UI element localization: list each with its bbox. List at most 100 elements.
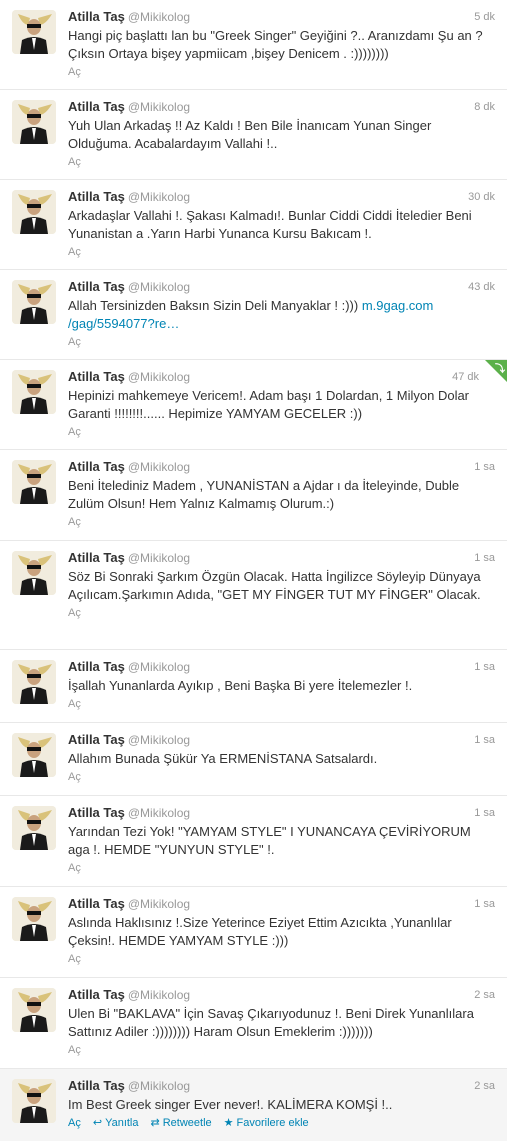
tweet[interactable]: Atilla Taş @Mikikolog 1 sa Beni İtelediniz… bbox=[0, 450, 507, 541]
tweet-time[interactable]: 1 sa bbox=[474, 459, 495, 475]
favorite-label: Favorilere ekle bbox=[236, 1117, 309, 1129]
tweet[interactable]: Atilla Taş @Mikikolog 1 sa Aslında Haklısı… bbox=[0, 887, 507, 978]
author-name[interactable]: Atilla Taş bbox=[68, 1078, 125, 1093]
author-handle[interactable]: @Mikikolog bbox=[128, 551, 190, 565]
expand-link[interactable]: Aç bbox=[68, 335, 495, 349]
avatar[interactable] bbox=[12, 806, 56, 850]
author-handle[interactable]: @Mikikolog bbox=[128, 190, 190, 204]
tweet-time[interactable]: 1 sa bbox=[474, 550, 495, 566]
expand-link[interactable]: Aç bbox=[68, 245, 495, 259]
tweet-text: Allahım Bunada Şükür Ya ERMENİSTANA Sats… bbox=[68, 751, 378, 766]
expand-link[interactable]: Aç bbox=[68, 861, 495, 875]
tweet-text: Aslında Haklısınız !.Size Yeterince Eziy… bbox=[68, 915, 452, 948]
author-name[interactable]: Atilla Taş bbox=[68, 369, 125, 384]
expand-link[interactable]: Aç bbox=[68, 697, 495, 711]
avatar[interactable] bbox=[12, 280, 56, 324]
author-handle[interactable]: @Mikikolog bbox=[128, 660, 190, 674]
tweet-time[interactable]: 2 sa bbox=[474, 1078, 495, 1094]
avatar[interactable] bbox=[12, 897, 56, 941]
author-handle[interactable]: @Mikikolog bbox=[128, 370, 190, 384]
author-name[interactable]: Atilla Taş bbox=[68, 550, 125, 565]
tweet[interactable]: Atilla Taş @Mikikolog 1 sa Yarından Tezi Y… bbox=[0, 796, 507, 887]
author-name[interactable]: Atilla Taş bbox=[68, 987, 125, 1002]
retweet-label: Retweetle bbox=[162, 1117, 212, 1129]
tweet[interactable]: Atilla Taş @Mikikolog 1 sa Allahım Bunada … bbox=[0, 723, 507, 796]
reply-button[interactable]: ↩ Yanıtla bbox=[93, 1116, 139, 1130]
tweet-text: Arkadaşlar Vallahi !. Şakası Kalmadı!. B… bbox=[68, 208, 472, 241]
favorite-button[interactable]: ★ Favorilere ekle bbox=[224, 1116, 309, 1130]
tweet-time[interactable]: 30 dk bbox=[468, 189, 495, 205]
tweet-text: Beni İtelediniz Madem , YUNANİSTAN a Ajd… bbox=[68, 478, 460, 511]
tweet-text: Yuh Ulan Arkadaş !! Az Kaldı ! Ben Bile … bbox=[68, 118, 432, 151]
expand-link[interactable]: Aç bbox=[68, 155, 495, 169]
author-handle[interactable]: @Mikikolog bbox=[128, 733, 190, 747]
author-handle[interactable]: @Mikikolog bbox=[128, 806, 190, 820]
avatar[interactable] bbox=[12, 660, 56, 704]
expand-link[interactable]: Aç bbox=[68, 770, 495, 784]
reply-label: Yanıtla bbox=[105, 1117, 139, 1129]
tweet-time[interactable]: 1 sa bbox=[474, 659, 495, 675]
author-handle[interactable]: @Mikikolog bbox=[128, 460, 190, 474]
tweet[interactable]: Atilla Taş @Mikikolog 1 sa İşallah Yunanla… bbox=[0, 650, 507, 723]
expand-link[interactable]: Aç bbox=[68, 1116, 81, 1130]
avatar[interactable] bbox=[12, 1079, 56, 1123]
avatar[interactable] bbox=[12, 370, 56, 414]
author-name[interactable]: Atilla Taş bbox=[68, 279, 125, 294]
tweet-time[interactable]: 8 dk bbox=[474, 99, 495, 115]
author-name[interactable]: Atilla Taş bbox=[68, 732, 125, 747]
retweet-corner-icon: ⤵ bbox=[495, 364, 505, 375]
tweet[interactable]: Atilla Taş @Mikikolog 43 dk Allah Tersiniz… bbox=[0, 270, 507, 360]
avatar[interactable] bbox=[12, 100, 56, 144]
avatar[interactable] bbox=[12, 551, 56, 595]
tweet-text: Hepinizi mahkemeye Vericem!. Adam başı 1… bbox=[68, 388, 470, 421]
author-handle[interactable]: @Mikikolog bbox=[128, 10, 190, 24]
author-name[interactable]: Atilla Taş bbox=[68, 99, 125, 114]
tweet-time[interactable]: 1 sa bbox=[474, 732, 495, 748]
tweet[interactable]: Atilla Taş @Mikikolog 30 dk Arkadaşlar Val… bbox=[0, 180, 507, 270]
expand-link[interactable]: Aç bbox=[68, 515, 495, 529]
author-name[interactable]: Atilla Taş bbox=[68, 9, 125, 24]
tweet-text: İşallah Yunanlarda Ayıkıp , Beni Başka B… bbox=[68, 678, 413, 693]
timeline: Atilla Taş @Mikikolog 5 dk Hangi piç başla… bbox=[0, 0, 507, 1141]
expand-link[interactable]: Aç bbox=[68, 425, 495, 439]
expand-link[interactable]: Aç bbox=[68, 1043, 495, 1057]
tweet-time[interactable]: 43 dk bbox=[468, 279, 495, 295]
tweet[interactable]: Atilla Taş @Mikikolog 1 sa Söz Bi Sonraki … bbox=[0, 541, 507, 650]
author-handle[interactable]: @Mikikolog bbox=[128, 1079, 190, 1093]
avatar[interactable] bbox=[12, 460, 56, 504]
author-name[interactable]: Atilla Taş bbox=[68, 659, 125, 674]
tweet[interactable]: Atilla Taş @Mikikolog 8 dk Yuh Ulan Arkada… bbox=[0, 90, 507, 180]
tweet[interactable]: Atilla Taş @Mikikolog 2 sa Ulen Bi "BAKLAV… bbox=[0, 978, 507, 1069]
expand-link[interactable]: Aç bbox=[68, 952, 495, 966]
avatar[interactable] bbox=[12, 10, 56, 54]
tweet-time[interactable]: 2 sa bbox=[474, 987, 495, 1003]
tweet-text: Ulen Bi "BAKLAVA" İçin Savaş Çıkarıyodun… bbox=[68, 1006, 474, 1039]
tweet[interactable]: Atilla Taş @Mikikolog 2 sa Im Best Greek s… bbox=[0, 1069, 507, 1141]
tweet-time[interactable]: 47 dk bbox=[452, 369, 479, 385]
author-name[interactable]: Atilla Taş bbox=[68, 459, 125, 474]
author-name[interactable]: Atilla Taş bbox=[68, 189, 125, 204]
tweet-text: Söz Bi Sonraki Şarkım Özgün Olacak. Hatt… bbox=[68, 569, 481, 602]
avatar[interactable] bbox=[12, 988, 56, 1032]
reply-icon: ↩ bbox=[92, 1117, 103, 1129]
author-name[interactable]: Atilla Taş bbox=[68, 896, 125, 911]
author-handle[interactable]: @Mikikolog bbox=[128, 988, 190, 1002]
avatar[interactable] bbox=[12, 733, 56, 777]
author-handle[interactable]: @Mikikolog bbox=[128, 897, 190, 911]
expand-link[interactable]: Aç bbox=[68, 65, 495, 79]
retweet-button[interactable]: ⇄ Retweetle bbox=[151, 1116, 212, 1130]
expand-link[interactable]: Aç bbox=[68, 606, 495, 620]
author-handle[interactable]: @Mikikolog bbox=[128, 280, 190, 294]
tweet[interactable]: ⤵ Atilla Taş @Mikikolog 47 dk Hepinizi mah… bbox=[0, 360, 507, 450]
author-name[interactable]: Atilla Taş bbox=[68, 805, 125, 820]
star-icon: ★ bbox=[223, 1117, 234, 1129]
tweet[interactable]: Atilla Taş @Mikikolog 5 dk Hangi piç başla… bbox=[0, 0, 507, 90]
tweet-time[interactable]: 1 sa bbox=[474, 805, 495, 821]
tweet-text: Yarından Tezi Yok! "YAMYAM STYLE" I YUNA… bbox=[68, 824, 471, 857]
tweet-text: Im Best Greek singer Ever never!. KALİME… bbox=[68, 1097, 393, 1112]
avatar[interactable] bbox=[12, 190, 56, 234]
author-handle[interactable]: @Mikikolog bbox=[128, 100, 190, 114]
tweet-time[interactable]: 1 sa bbox=[474, 896, 495, 912]
tweet-text: Allah Tersinizden Baksın Sizin Deli Many… bbox=[68, 298, 359, 313]
tweet-time[interactable]: 5 dk bbox=[474, 9, 495, 25]
